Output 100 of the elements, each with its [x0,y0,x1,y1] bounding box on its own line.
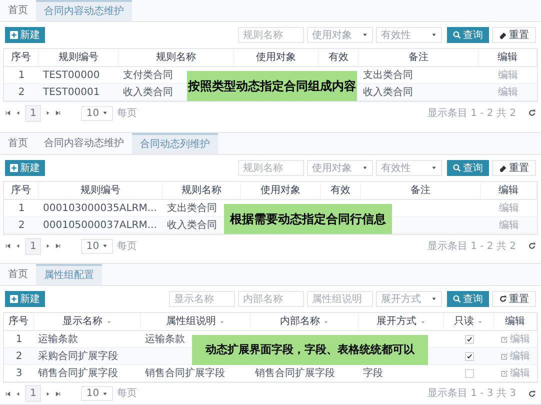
table-cell-text: 销售合同扩展字段 [145,366,225,380]
caret-icon [362,165,368,171]
tab[interactable]: 合同内容动态维护 [36,0,132,21]
check-icon [466,336,472,342]
column-header: 规则名称 [156,51,196,65]
table-cell-text: 1 [18,202,25,216]
caret-icon [102,243,108,249]
column-header: 展开方式 [376,314,416,329]
pager-summary: 显示条目 1 - 2 共 2 [427,240,516,254]
new-button[interactable]: 新建 [5,160,45,176]
sort-caret-icon [420,318,426,324]
search-field[interactable]: 规则名称 [238,160,304,176]
tab[interactable]: 属性组配置 [36,264,102,285]
edit-link[interactable]: 编辑 [501,366,530,380]
next-page-icon [45,110,52,116]
dropdown[interactable]: 使用对象 [307,160,373,176]
table-cell-text: 收入类合同 [167,218,217,232]
column-header: 有效 [330,184,350,198]
new-button[interactable]: 新建 [5,27,45,43]
caret-icon [362,32,368,38]
annotation-label: 根据需要动态指定合同行信息 [224,204,392,234]
table-cell-text: 运输条款 [145,332,185,346]
last-page-icon [55,390,62,396]
last-page-icon [55,243,62,249]
check-icon [466,352,472,360]
caret-icon [431,296,437,302]
search-button[interactable]: 查询 [447,27,489,43]
table-cell-text: 字段 [363,366,383,380]
pager-summary: 显示条目 1 - 2 共 2 [427,106,516,120]
page-size-dropdown[interactable]: 10 [81,238,114,254]
first-page-icon [5,390,11,396]
dropdown[interactable]: 有效性 [376,160,442,176]
column-header: 内部名称 [280,314,320,329]
column-header: 规则编号 [58,50,98,65]
table-cell-text: 支出类合同 [363,68,413,82]
column-header: 有效 [328,51,348,65]
page-number[interactable]: 1 [25,385,42,402]
new-button[interactable]: 新建 [5,291,45,307]
search-button[interactable]: 查询 [447,291,489,307]
edit-link[interactable]: 编辑 [499,218,519,232]
table-cell-text: 支出类合同 [167,202,217,216]
eraser-icon [499,31,507,39]
reset-button[interactable]: 重置 [492,27,536,43]
edit-link[interactable]: 编辑 [499,200,519,216]
edit-link[interactable]: 编辑 [498,84,518,100]
table-cell-text: 000105000037ALRM... [43,218,157,232]
last-page-icon [55,110,62,116]
edit-icon [501,336,508,342]
column-header: 编辑 [498,50,518,65]
plus-icon [10,295,18,303]
tab[interactable]: 合同动态列维护 [132,133,218,154]
checkbox[interactable] [464,334,474,344]
annotation-label: 动态扩展界面字段，字段、表格统统都可以 [192,335,428,365]
column-header: 使用对象 [260,184,300,198]
sort-caret-icon [106,318,112,324]
reset-button[interactable]: 重置 [492,291,536,307]
checkbox[interactable] [464,368,474,378]
column-header: 编辑 [498,184,518,198]
table-cell-text: TEST00001 [43,86,100,100]
page-number[interactable]: 1 [25,104,42,122]
dropdown[interactable]: 有效性 [376,27,442,43]
refresh-icon [528,390,536,398]
page-size-dropdown[interactable]: 10 [81,106,114,120]
column-header: 使用对象 [256,50,296,65]
search-icon [453,164,461,172]
table-cell-text: 销售合同扩展字段 [38,366,118,380]
search-field[interactable]: 属性组说明 [307,291,373,307]
eraser-icon [499,164,507,172]
dropdown[interactable]: 使用对象 [307,27,373,43]
tab[interactable]: 首页 [0,133,36,154]
table-cell-text: 支付类合同 [123,68,173,82]
table-cell-text: 运输条款 [38,332,78,346]
tab[interactable]: 合同内容动态维护 [36,133,132,154]
edit-link[interactable]: 编辑 [498,68,518,82]
tab[interactable]: 首页 [0,264,36,285]
next-page-icon [45,243,52,249]
table-cell-text: 收入类合同 [123,86,173,100]
search-button[interactable]: 查询 [447,160,489,176]
search-field[interactable]: 显示名称 [169,291,235,307]
edit-link[interactable]: 编辑 [501,348,530,364]
annotation-label: 按照类型动态指定合同组成内容 [187,71,357,101]
tab[interactable]: 首页 [0,0,36,21]
checkbox[interactable] [464,352,474,360]
column-header: 序号 [11,184,31,198]
column-header: 序号 [8,314,28,329]
table-cell-text: 1 [16,332,22,346]
search-field[interactable]: 内部名称 [238,291,304,307]
page-number[interactable]: 1 [25,238,42,254]
edit-link[interactable]: 编辑 [501,332,530,346]
table-cell-text: 采购合同扩展字段 [38,350,118,364]
table-cell-text: 3 [16,366,22,380]
reset-button[interactable]: 重置 [492,160,536,176]
table-cell-text: 收入类合同 [363,86,413,100]
page-size-dropdown[interactable]: 10 [81,386,114,401]
column-header: 规则编号 [80,184,120,198]
column-header: 显示名称 [62,315,102,329]
caret-icon [431,32,437,38]
plus-icon [10,164,18,172]
dropdown[interactable]: 展开方式 [376,291,442,307]
search-field[interactable]: 规则名称 [238,27,304,43]
